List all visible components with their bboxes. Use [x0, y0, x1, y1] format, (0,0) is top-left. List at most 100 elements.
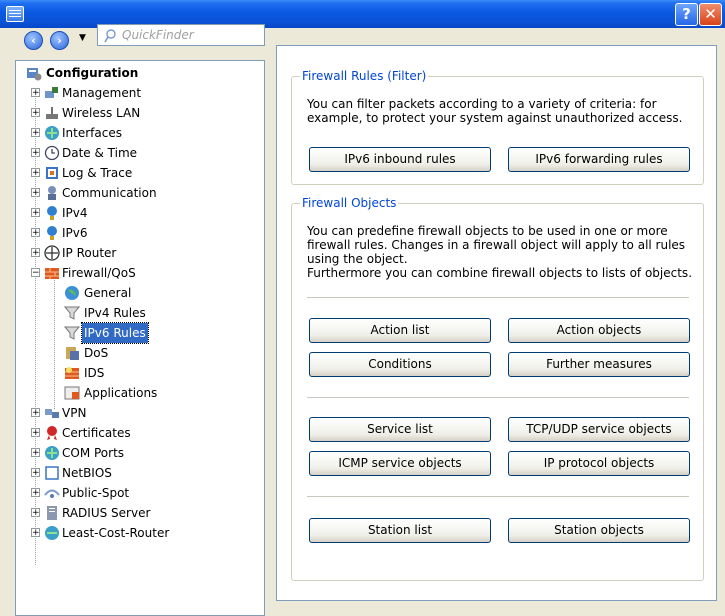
close-button[interactable]: ✕: [699, 3, 722, 26]
station-list-button[interactable]: Station list: [309, 518, 491, 543]
expand-icon[interactable]: +: [31, 208, 40, 218]
separator: [307, 397, 689, 398]
wireless-icon: [46, 107, 58, 119]
separator: [307, 297, 689, 298]
firewall-objects-group: Firewall Objects You can predefine firew…: [291, 196, 704, 581]
tree-label: Least-Cost-Router: [62, 526, 170, 540]
interfaces-icon: [45, 126, 59, 140]
expand-icon[interactable]: +: [31, 488, 40, 498]
action-objects-button[interactable]: Action objects: [508, 318, 690, 343]
tree-label: RADIUS Server: [62, 506, 151, 520]
search-icon: [104, 29, 116, 43]
tree-label: Date & Time: [62, 146, 138, 160]
expand-icon[interactable]: +: [31, 428, 40, 438]
dos-icon: [66, 347, 79, 360]
ids-icon: [65, 367, 79, 379]
tree-label: IPv4: [62, 206, 88, 220]
action-list-button[interactable]: Action list: [309, 318, 491, 343]
server-icon: [47, 506, 57, 520]
netbios-icon: [45, 466, 59, 480]
router-icon: [44, 245, 60, 261]
tree-label: Communication: [62, 186, 157, 200]
tree-label: Public-Spot: [62, 486, 130, 500]
history-dropdown-icon[interactable]: ▼: [79, 33, 86, 43]
expand-icon[interactable]: +: [31, 528, 40, 538]
icmp-service-objects-button[interactable]: ICMP service objects: [309, 451, 491, 476]
expand-icon[interactable]: +: [31, 248, 40, 258]
com-ports-icon: [45, 446, 59, 460]
tree-label: Firewall/QoS: [62, 266, 136, 280]
ipv6-forwarding-rules-button[interactable]: IPv6 forwarding rules: [508, 147, 690, 172]
vpn-icon: [45, 409, 59, 418]
tree-label: IDS: [84, 366, 105, 380]
station-objects-button[interactable]: Station objects: [508, 518, 690, 543]
public-spot-icon: [44, 489, 60, 498]
management-icon: [45, 87, 58, 98]
configuration-icon: [27, 68, 42, 81]
tree-label: Certificates: [62, 426, 131, 440]
certificate-icon: [47, 426, 57, 440]
general-globe-icon: [65, 286, 79, 300]
tcp-udp-service-objects-button[interactable]: TCP/UDP service objects: [508, 417, 690, 442]
tree-label: VPN: [62, 406, 87, 420]
expand-icon[interactable]: +: [31, 88, 40, 98]
quickfinder-input[interactable]: QuickFinder: [97, 24, 265, 46]
expand-icon[interactable]: +: [31, 128, 40, 138]
expand-icon[interactable]: +: [31, 168, 40, 178]
applications-icon: [64, 386, 80, 400]
description-line: You can predefine firewall objects to be…: [307, 224, 668, 238]
ipv6-inbound-rules-button[interactable]: IPv6 inbound rules: [309, 147, 491, 172]
description-line: firewall rules. Changes in a firewall ob…: [307, 238, 686, 252]
tree-label: IPv4 Rules: [84, 306, 146, 320]
description-line: using the object.: [307, 252, 408, 266]
description-line: You can filter packets according to a va…: [307, 97, 657, 111]
tree-label: IP Router: [62, 246, 117, 260]
expand-icon[interactable]: +: [31, 508, 40, 518]
tree-label: IPv6: [62, 226, 88, 240]
tree-label: Configuration: [46, 66, 139, 80]
expand-icon[interactable]: +: [31, 148, 40, 158]
expand-icon[interactable]: +: [31, 448, 40, 458]
quickfinder-placeholder: QuickFinder: [122, 28, 194, 42]
expand-icon[interactable]: +: [31, 228, 40, 238]
communication-icon: [48, 186, 56, 200]
firewall-icon: [45, 268, 59, 279]
separator: [307, 496, 689, 497]
tree-label: Management: [62, 86, 142, 100]
description-line: example, to protect your system against …: [307, 111, 683, 125]
back-button[interactable]: ‹: [24, 31, 43, 50]
ip-protocol-objects-button[interactable]: IP protocol objects: [508, 451, 690, 476]
tree-label: IPv6 Rules: [81, 322, 149, 344]
app-window-icon: [6, 6, 24, 22]
expand-icon[interactable]: +: [31, 408, 40, 418]
tree-label: General: [84, 286, 132, 300]
tree-label: Applications: [84, 386, 158, 400]
expand-icon[interactable]: +: [31, 108, 40, 118]
tree-label: Wireless LAN: [62, 106, 141, 120]
collapse-icon[interactable]: −: [31, 268, 40, 278]
further-measures-button[interactable]: Further measures: [508, 352, 690, 377]
tree-label: Log & Trace: [62, 166, 133, 180]
group-title: Firewall Rules (Filter): [300, 69, 429, 83]
forward-button[interactable]: ›: [50, 31, 69, 50]
help-button[interactable]: ?: [675, 3, 698, 26]
service-list-button[interactable]: Service list: [309, 417, 491, 442]
description-line: Furthermore you can combine firewall obj…: [307, 266, 693, 280]
firewall-rules-group: Firewall Rules (Filter) You can filter p…: [291, 69, 704, 185]
group-title: Firewall Objects: [300, 196, 399, 210]
content-pane: Firewall Rules (Filter) You can filter p…: [276, 45, 717, 601]
tree-label: NetBIOS: [62, 466, 112, 480]
configuration-tree: Configuration + Management + Wireless LA…: [15, 60, 265, 616]
navigation-pane: ‹ › ▼ QuickFinder Configuration + Manage…: [0, 24, 272, 616]
expand-icon[interactable]: +: [31, 468, 40, 478]
expand-icon[interactable]: +: [31, 188, 40, 198]
clock-icon: [44, 145, 60, 161]
globe-icon: [47, 226, 57, 240]
globe-icon: [47, 206, 57, 220]
tree-label: Interfaces: [62, 126, 122, 140]
conditions-button[interactable]: Conditions: [309, 352, 491, 377]
log-icon: [46, 167, 58, 179]
tree-label: DoS: [84, 346, 109, 360]
filter-icon: [64, 306, 80, 320]
filter-icon: [64, 326, 80, 340]
